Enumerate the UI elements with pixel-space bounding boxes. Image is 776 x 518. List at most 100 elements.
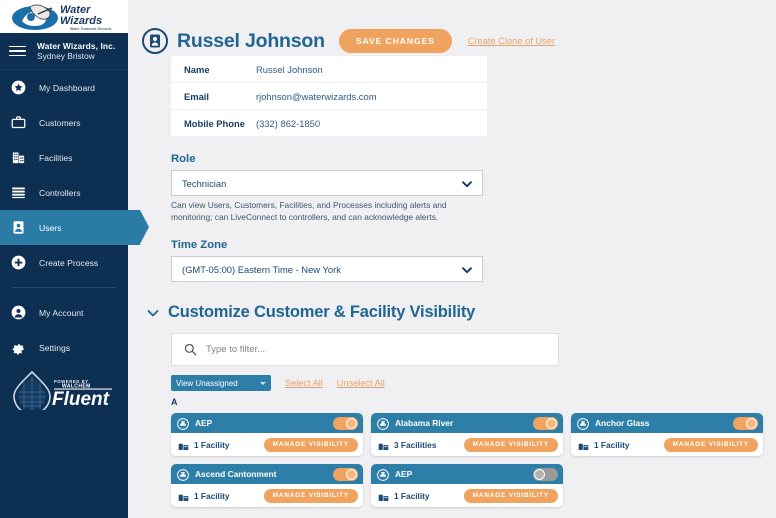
card-body: 1 Facility MANAGE VISIBILITY (171, 433, 363, 456)
sidebar-item-customers[interactable]: Customers (0, 105, 128, 140)
manage-visibility-button[interactable]: MANAGE VISIBILITY (463, 437, 558, 452)
timezone-select[interactable]: (GMT-05:00) Eastern Time - New York (171, 256, 483, 283)
facility-icon (578, 439, 589, 451)
facility-icon (378, 490, 389, 502)
chevron-down-icon (260, 381, 266, 385)
facility-icon (178, 490, 189, 502)
org-header[interactable]: Water Wizards, Inc. Sydney Bristow (0, 33, 128, 70)
manage-visibility-button[interactable]: MANAGE VISIBILITY (463, 488, 558, 503)
visibility-section-header[interactable]: Customize Customer & Facility Visibility (146, 303, 776, 322)
svg-text:Fluent: Fluent (52, 389, 110, 410)
sidebar-item-create-process[interactable]: Create Process (0, 245, 128, 280)
visibility-toggle[interactable] (333, 416, 358, 430)
sidebar-item-facilities[interactable]: Facilities (0, 140, 128, 175)
org-user: Sydney Bristow (37, 51, 95, 61)
sidebar-item-my-account[interactable]: My Account (0, 295, 128, 330)
visibility-toggle[interactable] (733, 416, 758, 430)
customer-card[interactable]: AEP 1 Facility MANAGE VISIBILITY (171, 413, 363, 457)
user-info-table: Name Russel Johnson Email rjohnson@water… (171, 56, 487, 137)
sidebar: Water Wizards Water Treatment Services W… (0, 0, 149, 518)
sidebar-item-label: My Dashboard (39, 82, 95, 93)
app-root: Water Wizards Water Treatment Services W… (0, 0, 776, 518)
customer-card[interactable]: Alabama River 3 Facilities MANAGE VISIBI… (371, 413, 563, 457)
sidebar-nav: My Dashboard Customers Facilities Contro… (0, 70, 149, 365)
user-circle-icon (9, 305, 28, 320)
card-body: 1 Facility MANAGE VISIBILITY (171, 484, 363, 507)
customer-cards-grid: AEP 1 Facility MANAGE VISIBILITY Alabama… (171, 413, 776, 515)
facility-count: 1 Facility (194, 439, 230, 450)
search-icon (184, 343, 197, 356)
svg-text:Wizards: Wizards (60, 15, 102, 27)
main-content: Russel Johnson SAVE CHANGES Create Clone… (128, 0, 776, 518)
hamburger-menu-icon[interactable] (9, 43, 26, 60)
customer-card[interactable]: AEP 1 Facility MANAGE VISIBILITY (371, 464, 563, 508)
customer-card[interactable]: Ascend Cantonment 1 Facility MANAGE VISI… (171, 464, 363, 508)
facility-count: 1 Facility (194, 490, 230, 501)
customer-card[interactable]: Anchor Glass 1 Facility MANAGE VISIBILIT… (571, 413, 763, 457)
page-header: Russel Johnson SAVE CHANGES Create Clone… (138, 0, 776, 54)
manage-visibility-button[interactable]: MANAGE VISIBILITY (663, 437, 758, 452)
list-icon (9, 185, 28, 200)
role-field: Role Technician Can view Users, Customer… (171, 153, 483, 223)
info-label: Mobile Phone (184, 117, 245, 129)
plus-circle-icon (9, 255, 28, 270)
sidebar-item-users[interactable]: Users (0, 210, 149, 245)
card-header: Ascend Cantonment (171, 464, 363, 485)
customer-icon (177, 417, 189, 431)
save-changes-button[interactable]: SAVE CHANGES (338, 29, 452, 53)
timezone-field: Time Zone (GMT-05:00) Eastern Time - New… (171, 239, 483, 283)
filter-input[interactable] (206, 334, 558, 366)
page-title: Russel Johnson (177, 29, 325, 52)
svg-text:Water Treatment Services: Water Treatment Services (70, 27, 111, 31)
table-row: Name Russel Johnson (171, 56, 487, 83)
chevron-down-icon[interactable] (146, 306, 160, 320)
water-wizards-logo[interactable]: Water Wizards Water Treatment Services (0, 0, 128, 33)
info-label: Email (184, 90, 210, 102)
alpha-group-letter: A (171, 397, 178, 408)
gear-icon (9, 340, 28, 355)
facility-icon (378, 439, 389, 451)
create-clone-of-user-link[interactable]: Create Clone of User (468, 36, 555, 46)
user-badge-icon (142, 28, 168, 54)
visibility-toggle[interactable] (333, 467, 358, 481)
card-body: 1 Facility MANAGE VISIBILITY (371, 484, 563, 507)
role-help-text: Can view Users, Customers, Facilities, a… (171, 200, 447, 223)
customer-icon (377, 468, 389, 482)
sidebar-item-settings[interactable]: Settings (0, 330, 128, 365)
timezone-label: Time Zone (171, 239, 228, 252)
card-header: AEP (171, 413, 363, 434)
org-text: Water Wizards, Inc. Sydney Bristow (37, 41, 115, 62)
customer-icon (577, 417, 589, 431)
card-header: Alabama River (371, 413, 563, 434)
card-body: 3 Facilities MANAGE VISIBILITY (371, 433, 563, 456)
sidebar-item-controllers[interactable]: Controllers (0, 175, 128, 210)
card-header: AEP (371, 464, 563, 485)
facility-icon (178, 439, 189, 451)
sidebar-item-my-dashboard[interactable]: My Dashboard (0, 70, 128, 105)
facility-count: 3 Facilities (394, 439, 437, 450)
sidebar-item-label: Customers (39, 117, 81, 128)
customer-name: Ascend Cantonment (195, 469, 277, 480)
sidebar-item-label: Create Process (39, 257, 99, 268)
unselect-all-link[interactable]: Unselect All (337, 378, 385, 388)
filter-field[interactable] (171, 333, 559, 367)
sidebar-item-label: Facilities (39, 152, 73, 163)
visibility-toggle[interactable] (533, 467, 558, 481)
facility-count: 1 Facility (394, 490, 430, 501)
select-all-link[interactable]: Select All (285, 378, 323, 388)
manage-visibility-button[interactable]: MANAGE VISIBILITY (263, 488, 358, 503)
role-label: Role (171, 153, 196, 165)
facility-count: 1 Facility (594, 439, 630, 450)
visibility-controls: View Unassigned Select All Unselect All (171, 375, 776, 392)
sidebar-divider (12, 287, 116, 288)
table-row: Mobile Phone (332) 862-1850 (171, 110, 487, 137)
manage-visibility-button[interactable]: MANAGE VISIBILITY (263, 437, 358, 452)
customer-name: Anchor Glass (595, 418, 650, 429)
role-select[interactable]: Technician (171, 170, 483, 196)
water-wizards-logo-image: Water Wizards Water Treatment Services (8, 1, 120, 32)
customer-name: AEP (195, 418, 213, 429)
chevron-down-icon (461, 263, 473, 275)
visibility-toggle[interactable] (533, 416, 558, 430)
view-mode-select[interactable]: View Unassigned (171, 375, 271, 392)
chevron-down-icon (461, 177, 473, 189)
